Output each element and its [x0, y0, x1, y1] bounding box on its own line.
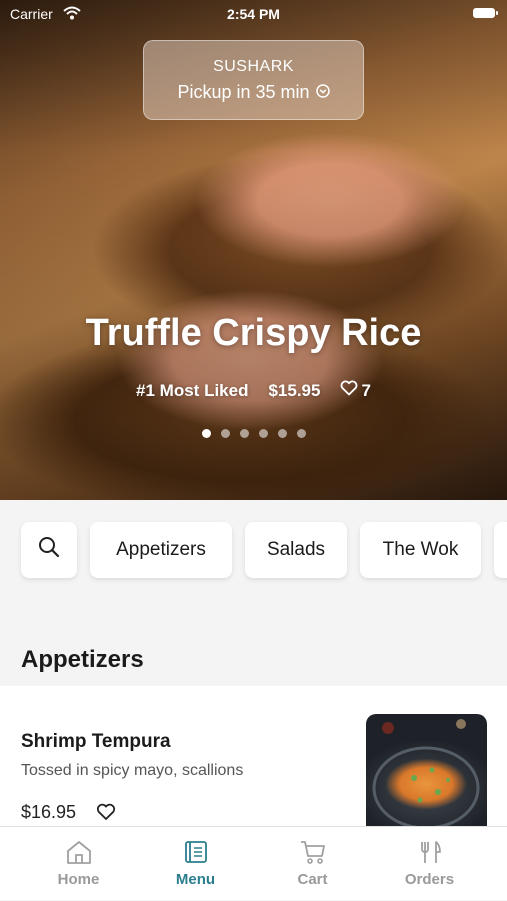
pickup-selector[interactable]: SUSHARK Pickup in 35 min — [143, 40, 364, 120]
status-time: 2:54 PM — [227, 6, 280, 22]
carousel-dot[interactable] — [296, 429, 306, 438]
carousel-dot[interactable] — [258, 429, 268, 438]
carousel-dot[interactable] — [201, 429, 211, 438]
home-icon — [20, 839, 137, 865]
pickup-eta: Pickup in 35 min — [177, 82, 310, 102]
tab-home[interactable]: Home — [20, 827, 137, 901]
utensils-icon — [371, 839, 488, 865]
category-bar: Appetizers Salads The Wok — [0, 500, 507, 610]
cart-icon — [254, 839, 371, 865]
tab-bar: Home Menu Cart Orders — [0, 826, 507, 900]
menu-item-image — [366, 714, 487, 836]
tab-label: Home — [57, 871, 100, 888]
featured-tag: #1 Most Liked — [136, 380, 249, 400]
carousel-dot[interactable] — [277, 429, 287, 438]
tab-label: Menu — [175, 871, 216, 888]
tab-cart[interactable]: Cart — [254, 827, 371, 901]
carousel-dot[interactable] — [220, 429, 230, 438]
menu-item-price: $16.95 — [21, 802, 77, 822]
search-icon — [37, 535, 61, 565]
like-button[interactable] — [96, 803, 116, 826]
featured-likes[interactable]: 7 — [340, 380, 371, 401]
search-button[interactable] — [21, 522, 77, 578]
menu-item-description: Tossed in spicy mayo, scallions — [21, 762, 244, 779]
chevron-down-circle-icon — [315, 82, 330, 103]
battery-icon — [473, 8, 498, 18]
tab-orders[interactable]: Orders — [371, 827, 488, 901]
section-title: Appetizers — [21, 646, 144, 673]
carousel-dot[interactable] — [239, 429, 249, 438]
featured-item-meta: #1 Most Liked $15.95 7 — [0, 380, 507, 401]
tab-label: Cart — [297, 871, 328, 888]
carousel-indicator[interactable] — [0, 429, 507, 438]
featured-item-title: Truffle Crispy Rice — [85, 312, 422, 354]
category-chip-next[interactable] — [494, 522, 507, 578]
featured-like-count: 7 — [361, 380, 371, 400]
menu-item-card[interactable]: Shrimp Tempura Tossed in spicy mayo, sca… — [0, 686, 507, 836]
restaurant-name: SUSHARK — [213, 58, 294, 75]
heart-icon — [340, 380, 358, 401]
menu-item-name: Shrimp Tempura — [21, 731, 171, 752]
heart-icon — [96, 803, 116, 825]
status-bar: Carrier 2:54 PM — [0, 0, 507, 28]
category-chip-the-wok[interactable]: The Wok — [360, 522, 481, 578]
tab-menu[interactable]: Menu — [137, 827, 254, 901]
featured-price: $15.95 — [268, 380, 321, 400]
menu-book-icon — [137, 839, 254, 865]
category-chip-appetizers[interactable]: Appetizers — [90, 522, 232, 578]
tab-label: Orders — [404, 871, 455, 888]
hero-banner[interactable]: Carrier 2:54 PM SUSHARK Pickup in 35 min… — [0, 0, 507, 500]
category-chip-salads[interactable]: Salads — [245, 522, 347, 578]
